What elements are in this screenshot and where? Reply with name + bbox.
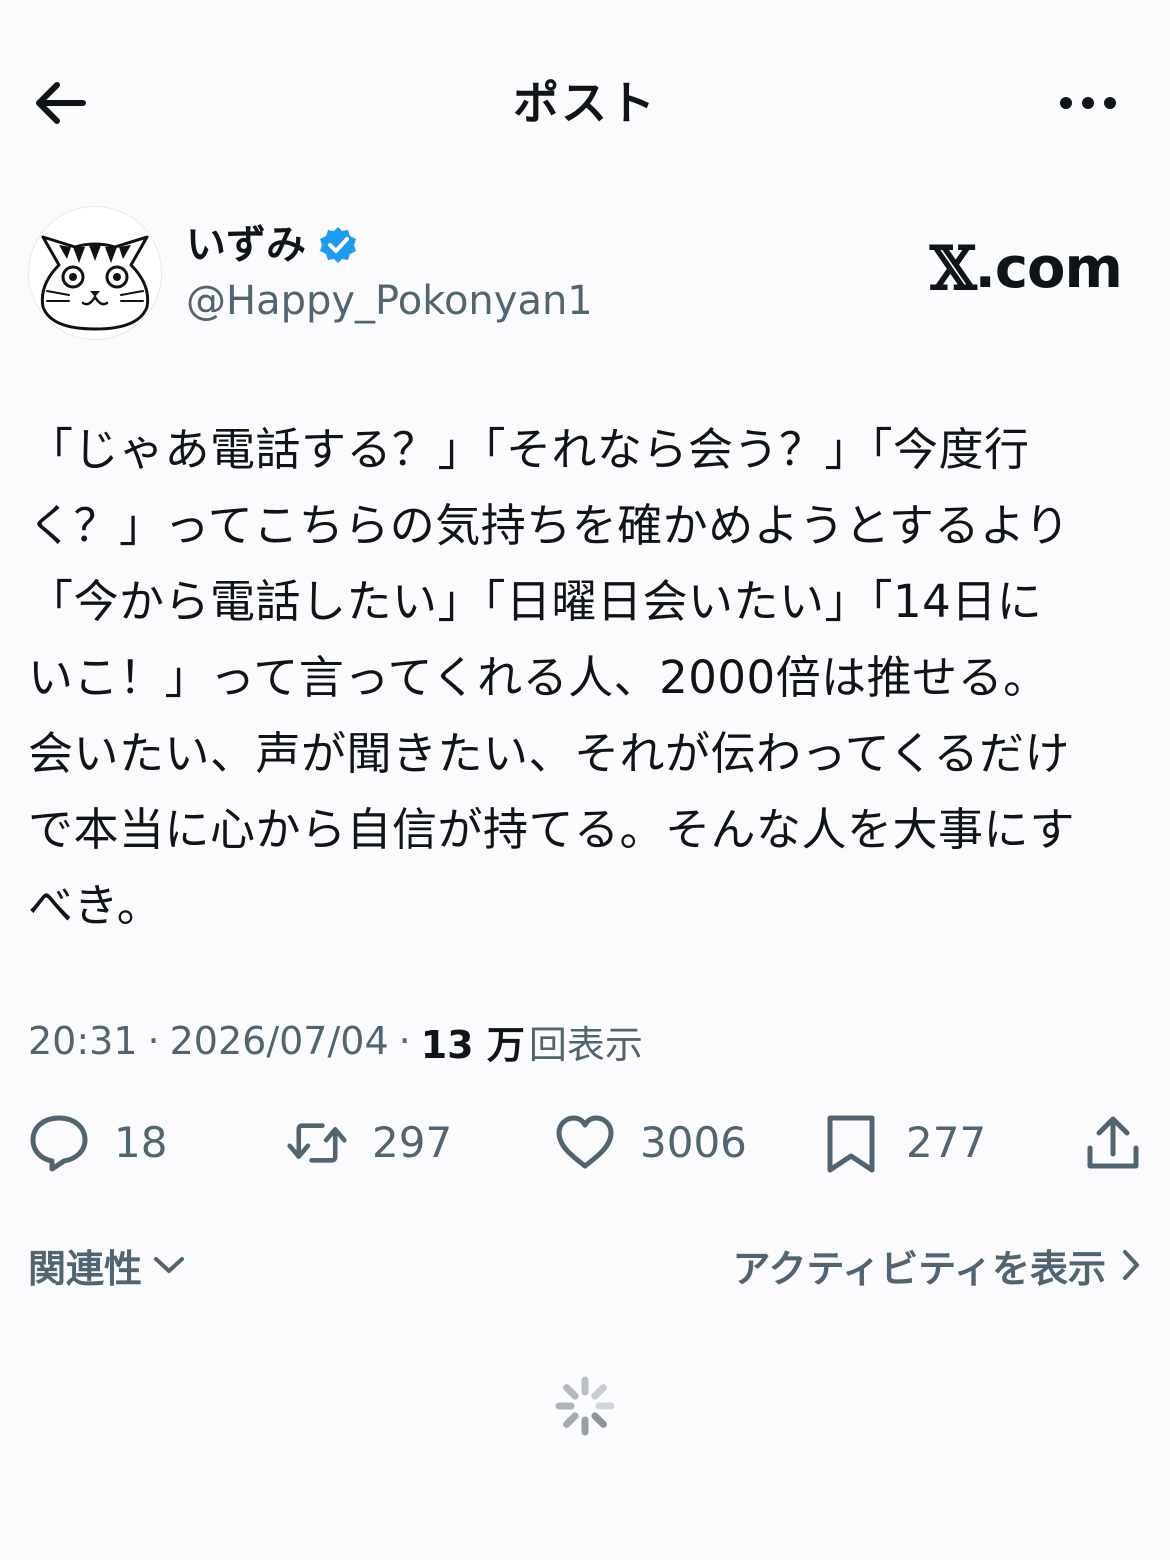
- repost-icon: [286, 1112, 348, 1174]
- author-name-row[interactable]: いずみ: [186, 216, 358, 274]
- more-options-button[interactable]: [1052, 82, 1124, 124]
- brand-domain: .com: [974, 236, 1123, 301]
- post-text-line: 会いたい、声が聞きたい、それが伝わってくるだけ: [28, 727, 1071, 780]
- views-label: 回表示: [528, 1022, 643, 1067]
- reply-count: 18: [114, 1118, 168, 1167]
- x-logo-icon: 𝕏: [930, 234, 977, 304]
- view-activity-link[interactable]: アクティビティを表示: [700, 1236, 1142, 1294]
- display-name: いずみ: [186, 222, 306, 268]
- brand-logo: 𝕏 .com: [930, 234, 1123, 304]
- share-button[interactable]: [1080, 1108, 1146, 1178]
- bookmark-icon: [820, 1112, 882, 1174]
- page-title: ポスト: [513, 76, 657, 130]
- activity-label: アクティビティを表示: [732, 1246, 1106, 1291]
- post-text-line: 「今から電話したい」「日曜日会いたい」「14日に: [28, 575, 1043, 628]
- like-icon: [554, 1112, 616, 1174]
- meta-separator: ·: [147, 1019, 160, 1063]
- post-text-line: く？」ってこちらの気持ちを確かめようとするより: [28, 499, 1071, 552]
- related-label: 関連性: [28, 1246, 143, 1291]
- post-text: 「じゃあ電話する？」「それなら会う？」「今度行 く？」ってこちらの気持ちを確かめ…: [28, 412, 1142, 944]
- like-count: 3006: [640, 1118, 747, 1167]
- post-time[interactable]: 20:31: [28, 1019, 138, 1063]
- more-horizontal-icon: [1060, 97, 1116, 109]
- views-count: 13 万: [420, 1022, 525, 1067]
- cat-avatar-icon: [40, 235, 150, 331]
- author-handle[interactable]: @Happy_Pokonyan1: [186, 276, 593, 326]
- bookmark-count: 277: [906, 1118, 987, 1167]
- chevron-down-icon: [154, 1257, 185, 1273]
- post-date[interactable]: 2026/07/04: [170, 1019, 389, 1063]
- verified-badge-icon: [318, 225, 358, 265]
- loading-spinner-icon: [555, 1376, 615, 1436]
- post-text-line: べき。: [28, 879, 163, 932]
- related-sort-dropdown[interactable]: 関連性: [28, 1236, 186, 1294]
- chevron-right-icon: [1123, 1250, 1139, 1280]
- like-button[interactable]: 3006: [554, 1108, 747, 1178]
- post-text-line: で本当に心から自信が持てる。そんな人を大事にす: [28, 803, 1075, 856]
- reply-icon: [28, 1112, 90, 1174]
- post-text-line: いこ！」って言ってくれる人、2000倍は推せる。: [28, 651, 1049, 704]
- bookmark-button[interactable]: 277: [820, 1108, 986, 1178]
- post-meta: 20:31 · 2026/07/04 · 13 万 回表示: [28, 1014, 643, 1068]
- avatar[interactable]: [28, 206, 162, 340]
- meta-separator: ·: [398, 1019, 411, 1063]
- reply-button[interactable]: 18: [28, 1108, 167, 1178]
- repost-count: 297: [372, 1118, 453, 1167]
- post-text-line: 「じゃあ電話する？」「それなら会う？」「今度行: [28, 423, 1030, 476]
- repost-button[interactable]: 297: [286, 1108, 452, 1178]
- share-icon: [1087, 1116, 1139, 1169]
